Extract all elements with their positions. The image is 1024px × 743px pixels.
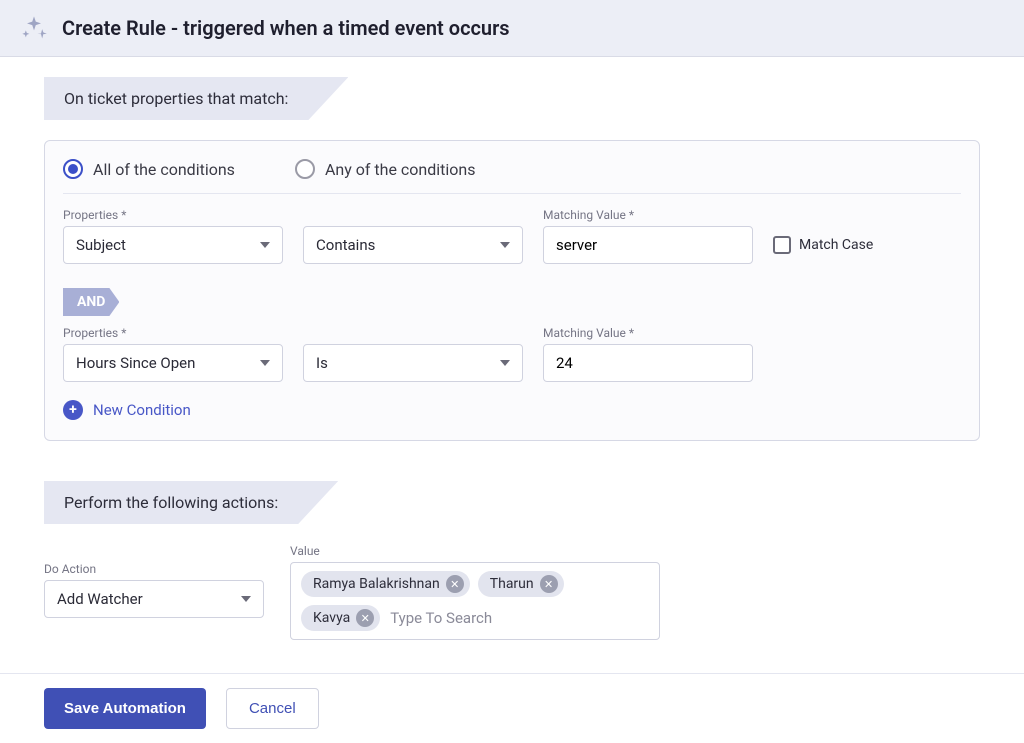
radio-any-conditions[interactable]: Any of the conditions [295,159,476,179]
remove-tag-icon[interactable]: ✕ [446,575,464,593]
condition-mode-row: All of the conditions Any of the conditi… [63,159,961,194]
tag-label: Tharun [490,576,534,592]
operator-select[interactable]: Is [303,344,523,382]
match-case-checkbox[interactable]: Match Case [773,226,873,264]
conditions-banner: On ticket properties that match: [44,77,348,120]
checkbox-label: Match Case [799,237,873,253]
radio-icon [63,159,83,179]
properties-label: Properties * [63,208,283,222]
actions-banner: Perform the following actions: [44,481,338,524]
new-condition-label: New Condition [93,401,191,419]
condition-row: Properties * Hours Since Open Is Matchin… [63,326,961,382]
cancel-button[interactable]: Cancel [226,688,319,729]
matching-value-input[interactable] [543,226,753,264]
remove-tag-icon[interactable]: ✕ [540,575,558,593]
value-label: Value [290,544,660,558]
action-row: Do Action Add Watcher Value Ramya Balakr… [44,544,980,640]
tag-label: Ramya Balakrishnan [313,576,440,592]
select-value: Hours Since Open [76,354,195,372]
spacer-label [303,208,523,222]
condition-row: Properties * Subject Contains Matching V… [63,208,961,264]
radio-icon [295,159,315,179]
tag-search-placeholder[interactable]: Type To Search [388,605,494,631]
chevron-down-icon [260,360,270,366]
radio-label: Any of the conditions [325,160,476,179]
new-condition-button[interactable]: + New Condition [63,400,961,420]
radio-label: All of the conditions [93,160,235,179]
spacer-label [303,326,523,340]
operator-select[interactable]: Contains [303,226,523,264]
do-action-label: Do Action [44,562,264,576]
remove-tag-icon[interactable]: ✕ [356,609,374,627]
tag-label: Kavya [313,610,350,626]
select-value: Contains [316,236,375,254]
matching-value-field[interactable] [556,354,740,372]
and-connector: AND [63,288,119,316]
property-select[interactable]: Subject [63,226,283,264]
property-select[interactable]: Hours Since Open [63,344,283,382]
properties-label: Properties * [63,326,283,340]
chevron-down-icon [500,360,510,366]
tag-chip: Kavya ✕ [301,605,380,631]
action-select[interactable]: Add Watcher [44,580,264,618]
tag-chip: Ramya Balakrishnan ✕ [301,571,470,597]
matching-value-input[interactable] [543,344,753,382]
select-value: Subject [76,236,126,254]
footer-bar: Save Automation Cancel [0,673,1024,743]
conditions-panel: All of the conditions Any of the conditi… [44,140,980,441]
matching-value-field[interactable] [556,236,740,254]
select-value: Add Watcher [57,590,143,608]
page-title: Create Rule - triggered when a timed eve… [62,16,510,40]
page-header: Create Rule - triggered when a timed eve… [0,0,1024,57]
matching-value-label: Matching Value * [543,208,753,222]
watcher-tag-input[interactable]: Ramya Balakrishnan ✕ Tharun ✕ Kavya ✕ Ty… [290,562,660,640]
checkbox-icon [773,236,791,254]
save-automation-button[interactable]: Save Automation [44,688,206,729]
chevron-down-icon [241,596,251,602]
matching-value-label: Matching Value * [543,326,753,340]
radio-all-conditions[interactable]: All of the conditions [63,159,235,179]
select-value: Is [316,354,328,372]
tag-chip: Tharun ✕ [478,571,564,597]
chevron-down-icon [260,242,270,248]
sparkle-icon [20,14,48,42]
plus-icon: + [63,400,83,420]
chevron-down-icon [500,242,510,248]
